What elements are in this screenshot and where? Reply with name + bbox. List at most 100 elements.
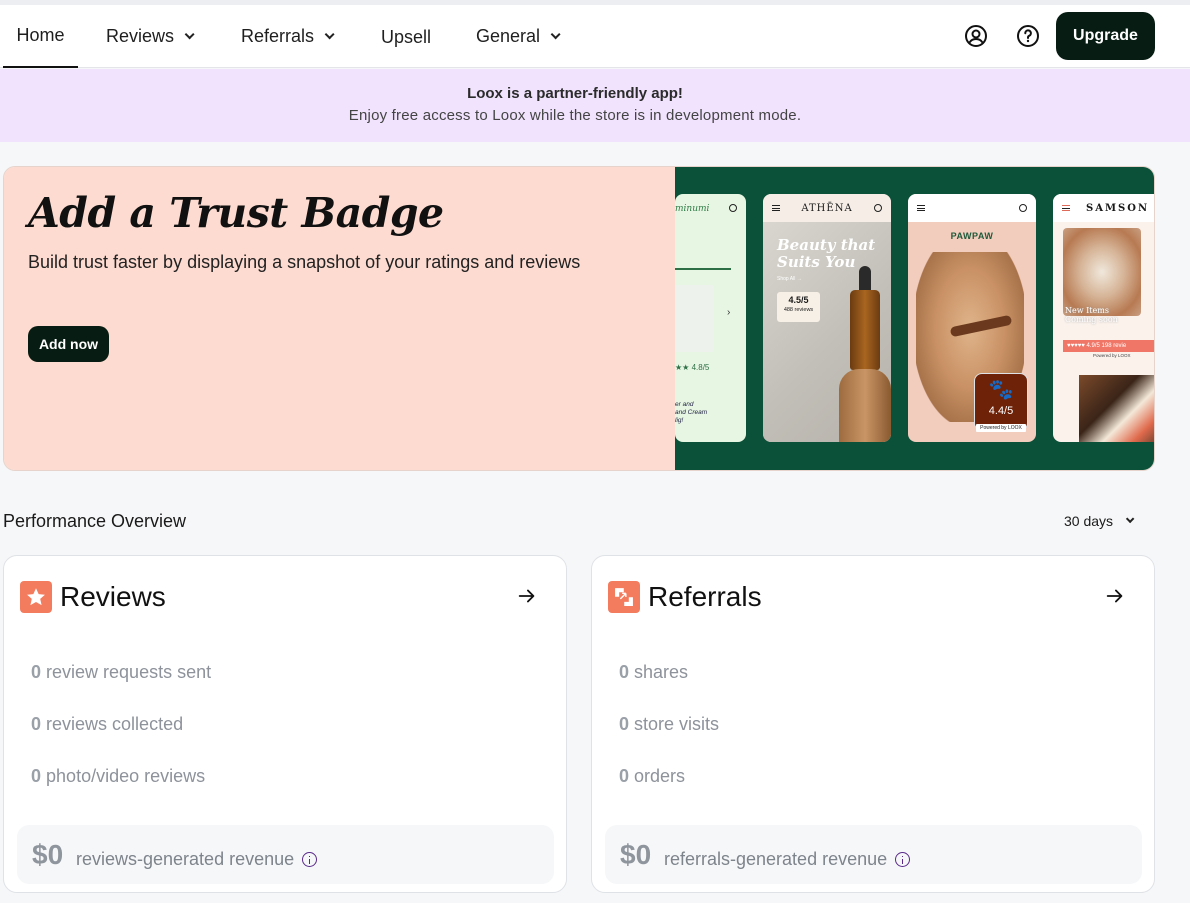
- rating-stars: ★★ 4.8/5: [675, 363, 710, 372]
- revenue-amount: $0: [620, 839, 652, 870]
- stat-store-visits: 0 store visits: [619, 714, 719, 735]
- stat-label: store visits: [634, 714, 720, 734]
- search-icon: [729, 204, 737, 212]
- stat-label: orders: [634, 766, 686, 786]
- nav-home-label: Home: [16, 25, 65, 45]
- stat-value: 0: [619, 662, 630, 682]
- nav-general[interactable]: General: [476, 5, 561, 68]
- stat-value: 0: [619, 766, 630, 786]
- stat-value: 0: [31, 766, 42, 786]
- arrow-right-icon[interactable]: [1104, 585, 1126, 607]
- tote-bag-image: [1079, 375, 1154, 442]
- product-image: [675, 285, 714, 352]
- nav-upsell[interactable]: Upsell: [381, 6, 431, 69]
- nav-referrals[interactable]: Referrals: [241, 5, 335, 68]
- phone-rating: 4.8/5: [691, 363, 710, 372]
- chevron-down-icon: [324, 29, 335, 40]
- phone-rating-bar: ♥♥♥♥♥ 4.9/5 198 revie: [1063, 340, 1154, 352]
- banner-title: Loox is a partner-friendly app!: [467, 85, 683, 102]
- phone-powered-by: Powered by LOOX: [976, 424, 1026, 432]
- revenue-label: referrals-generated revenue: [664, 849, 911, 870]
- phone-brand: minumi: [675, 204, 710, 214]
- revenue-amount: $0: [32, 839, 64, 870]
- stand-image: [839, 369, 891, 442]
- stat-review-requests: 0 review requests sent: [31, 662, 211, 683]
- reviews-card-title: Reviews: [60, 581, 166, 612]
- hero-title: Add a Trust Badge: [28, 189, 444, 237]
- phone-header: SAMSON: [1053, 194, 1154, 222]
- menu-icon: [1062, 205, 1070, 211]
- stat-label: photo/video reviews: [46, 766, 206, 786]
- paw-icon: 🐾: [988, 379, 1014, 401]
- referrals-card-title: Referrals: [648, 581, 762, 612]
- phone-preview-athena: ATHĒNA Beauty that Suits You Shop All → …: [763, 194, 891, 442]
- add-now-button[interactable]: Add now: [28, 326, 109, 362]
- phone-shop-link: Shop All →: [777, 276, 802, 282]
- account-button[interactable]: [964, 24, 988, 48]
- phone-preview-minumi: minumi › ★★ 4.8/5 er and and Cream lig!: [675, 194, 746, 442]
- nav-referrals-label: Referrals: [241, 26, 315, 46]
- search-icon: [1019, 204, 1027, 212]
- phone-review-count: 198 revie: [1101, 343, 1127, 349]
- menu-icon: [772, 205, 780, 211]
- chevron-down-icon: [184, 29, 195, 40]
- phone-preview-samson: SAMSON New Items Coming soon ♥♥♥♥♥ 4.9/5…: [1053, 194, 1154, 442]
- info-icon[interactable]: [302, 852, 318, 867]
- partner-banner: Loox is a partner-friendly app! Enjoy fr…: [0, 69, 1190, 142]
- phone-review-count: 488 reviews: [783, 307, 814, 313]
- nav-home[interactable]: Home: [3, 5, 78, 68]
- stat-value: 0: [31, 714, 42, 734]
- phone-headline: Beauty that Suits You: [777, 236, 876, 271]
- phone-preview-pawpaw: PAWPAW 🐾 4.4/5 Powered by LOOX: [908, 194, 1036, 442]
- info-icon[interactable]: [895, 852, 911, 867]
- arrow-right-icon[interactable]: [516, 585, 538, 607]
- stat-label: shares: [634, 662, 689, 682]
- phone-header: [908, 194, 1036, 222]
- performance-overview-title: Performance Overview: [3, 511, 187, 531]
- hero-description: Build trust faster by displaying a snaps…: [28, 252, 581, 272]
- trust-badge-hero: Add a Trust Badge Build trust faster by …: [3, 166, 1155, 471]
- stat-value: 0: [31, 662, 42, 682]
- phone-powered-by: Powered by LOOX: [1093, 353, 1131, 358]
- upgrade-button[interactable]: Upgrade: [1056, 12, 1155, 60]
- revenue-box: $0 reviews-generated revenue: [17, 825, 554, 884]
- chevron-down-icon: [1125, 514, 1135, 524]
- phone-rating: 4.4/5: [988, 405, 1014, 417]
- stat-reviews-collected: 0 reviews collected: [31, 714, 183, 735]
- phone-brand: PAWPAW: [950, 231, 994, 241]
- hero-content: Add a Trust Badge Build trust faster by …: [4, 167, 675, 470]
- revenue-label-text: referrals-generated revenue: [664, 849, 888, 869]
- chevron-down-icon: [550, 29, 561, 40]
- nav-upsell-label: Upsell: [381, 27, 432, 47]
- search-icon: [874, 204, 882, 212]
- user-circle-icon: [965, 25, 987, 47]
- revenue-label-text: reviews-generated revenue: [76, 849, 295, 869]
- stat-value: 0: [619, 714, 630, 734]
- top-nav: Home Reviews Referrals Upsell General Up…: [0, 5, 1190, 68]
- phone-header: ATHĒNA: [763, 194, 891, 222]
- phone-rating: 4.5/5: [788, 295, 809, 305]
- help-button[interactable]: [1016, 24, 1040, 48]
- revenue-box: $0 referrals-generated revenue: [605, 825, 1142, 884]
- phone-text: er and and Cream lig!: [675, 401, 708, 424]
- phone-brand: ATHĒNA: [801, 202, 853, 214]
- date-range-label: 30 days: [1064, 513, 1114, 529]
- date-range-select[interactable]: 30 days: [1064, 513, 1135, 529]
- nav-general-label: General: [476, 26, 541, 46]
- bottle-image: [850, 290, 880, 370]
- nav-reviews-label: Reviews: [106, 26, 175, 46]
- phone-trust-badge: 4.5/5 488 reviews: [777, 292, 820, 322]
- banner-text: Enjoy free access to Loox while the stor…: [348, 107, 802, 124]
- referral-icon: [608, 581, 640, 613]
- stat-label: review requests sent: [46, 662, 212, 682]
- revenue-label: reviews-generated revenue: [76, 849, 318, 870]
- stat-label: reviews collected: [46, 714, 184, 734]
- question-circle-icon: [1017, 25, 1039, 47]
- stat-orders: 0 orders: [619, 766, 685, 787]
- nav-reviews[interactable]: Reviews: [106, 5, 195, 68]
- star-icon: [20, 581, 52, 613]
- phone-caption: New Items Coming soon: [1065, 306, 1118, 324]
- phone-rating: 4.9/5: [1086, 343, 1100, 349]
- stat-shares: 0 shares: [619, 662, 688, 683]
- hero-phone-previews: minumi › ★★ 4.8/5 er and and Cream lig! …: [675, 167, 1154, 470]
